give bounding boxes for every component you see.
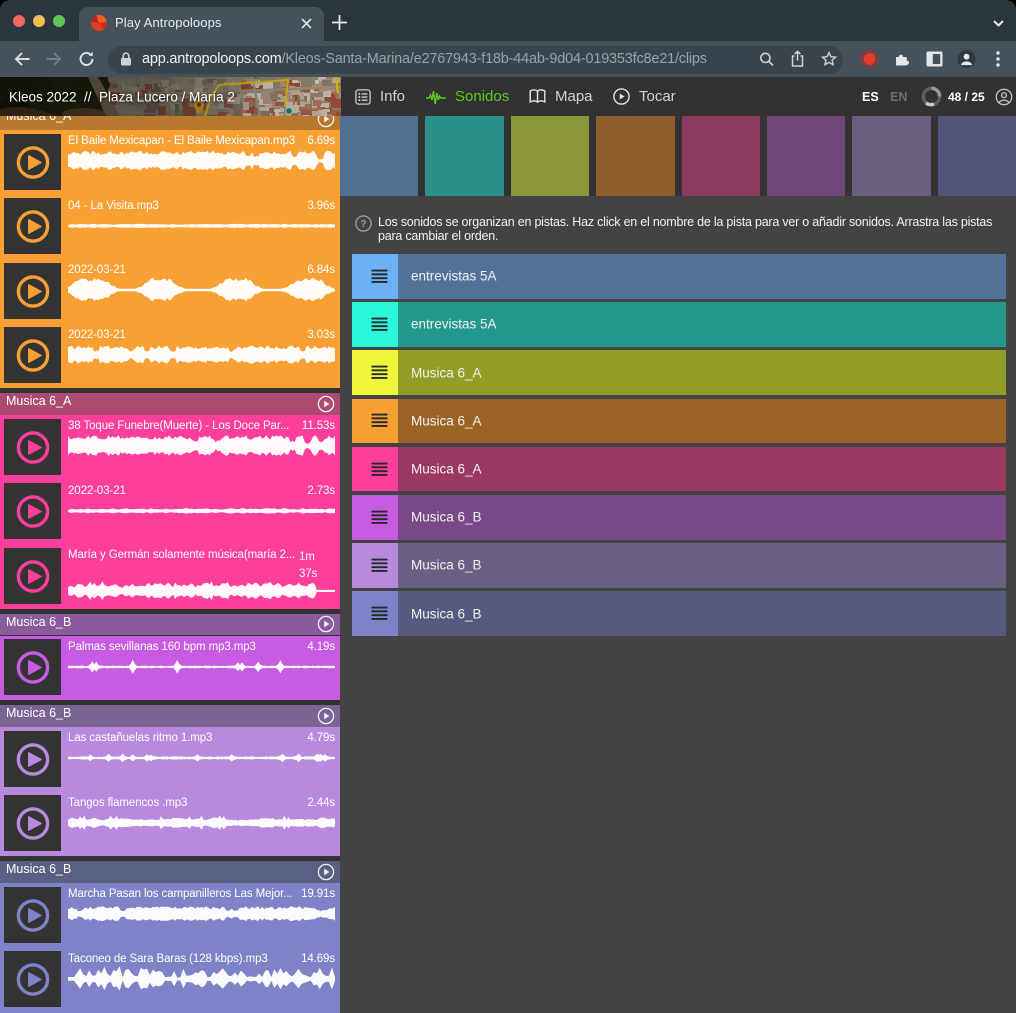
svg-text:?: ? [360,218,366,230]
